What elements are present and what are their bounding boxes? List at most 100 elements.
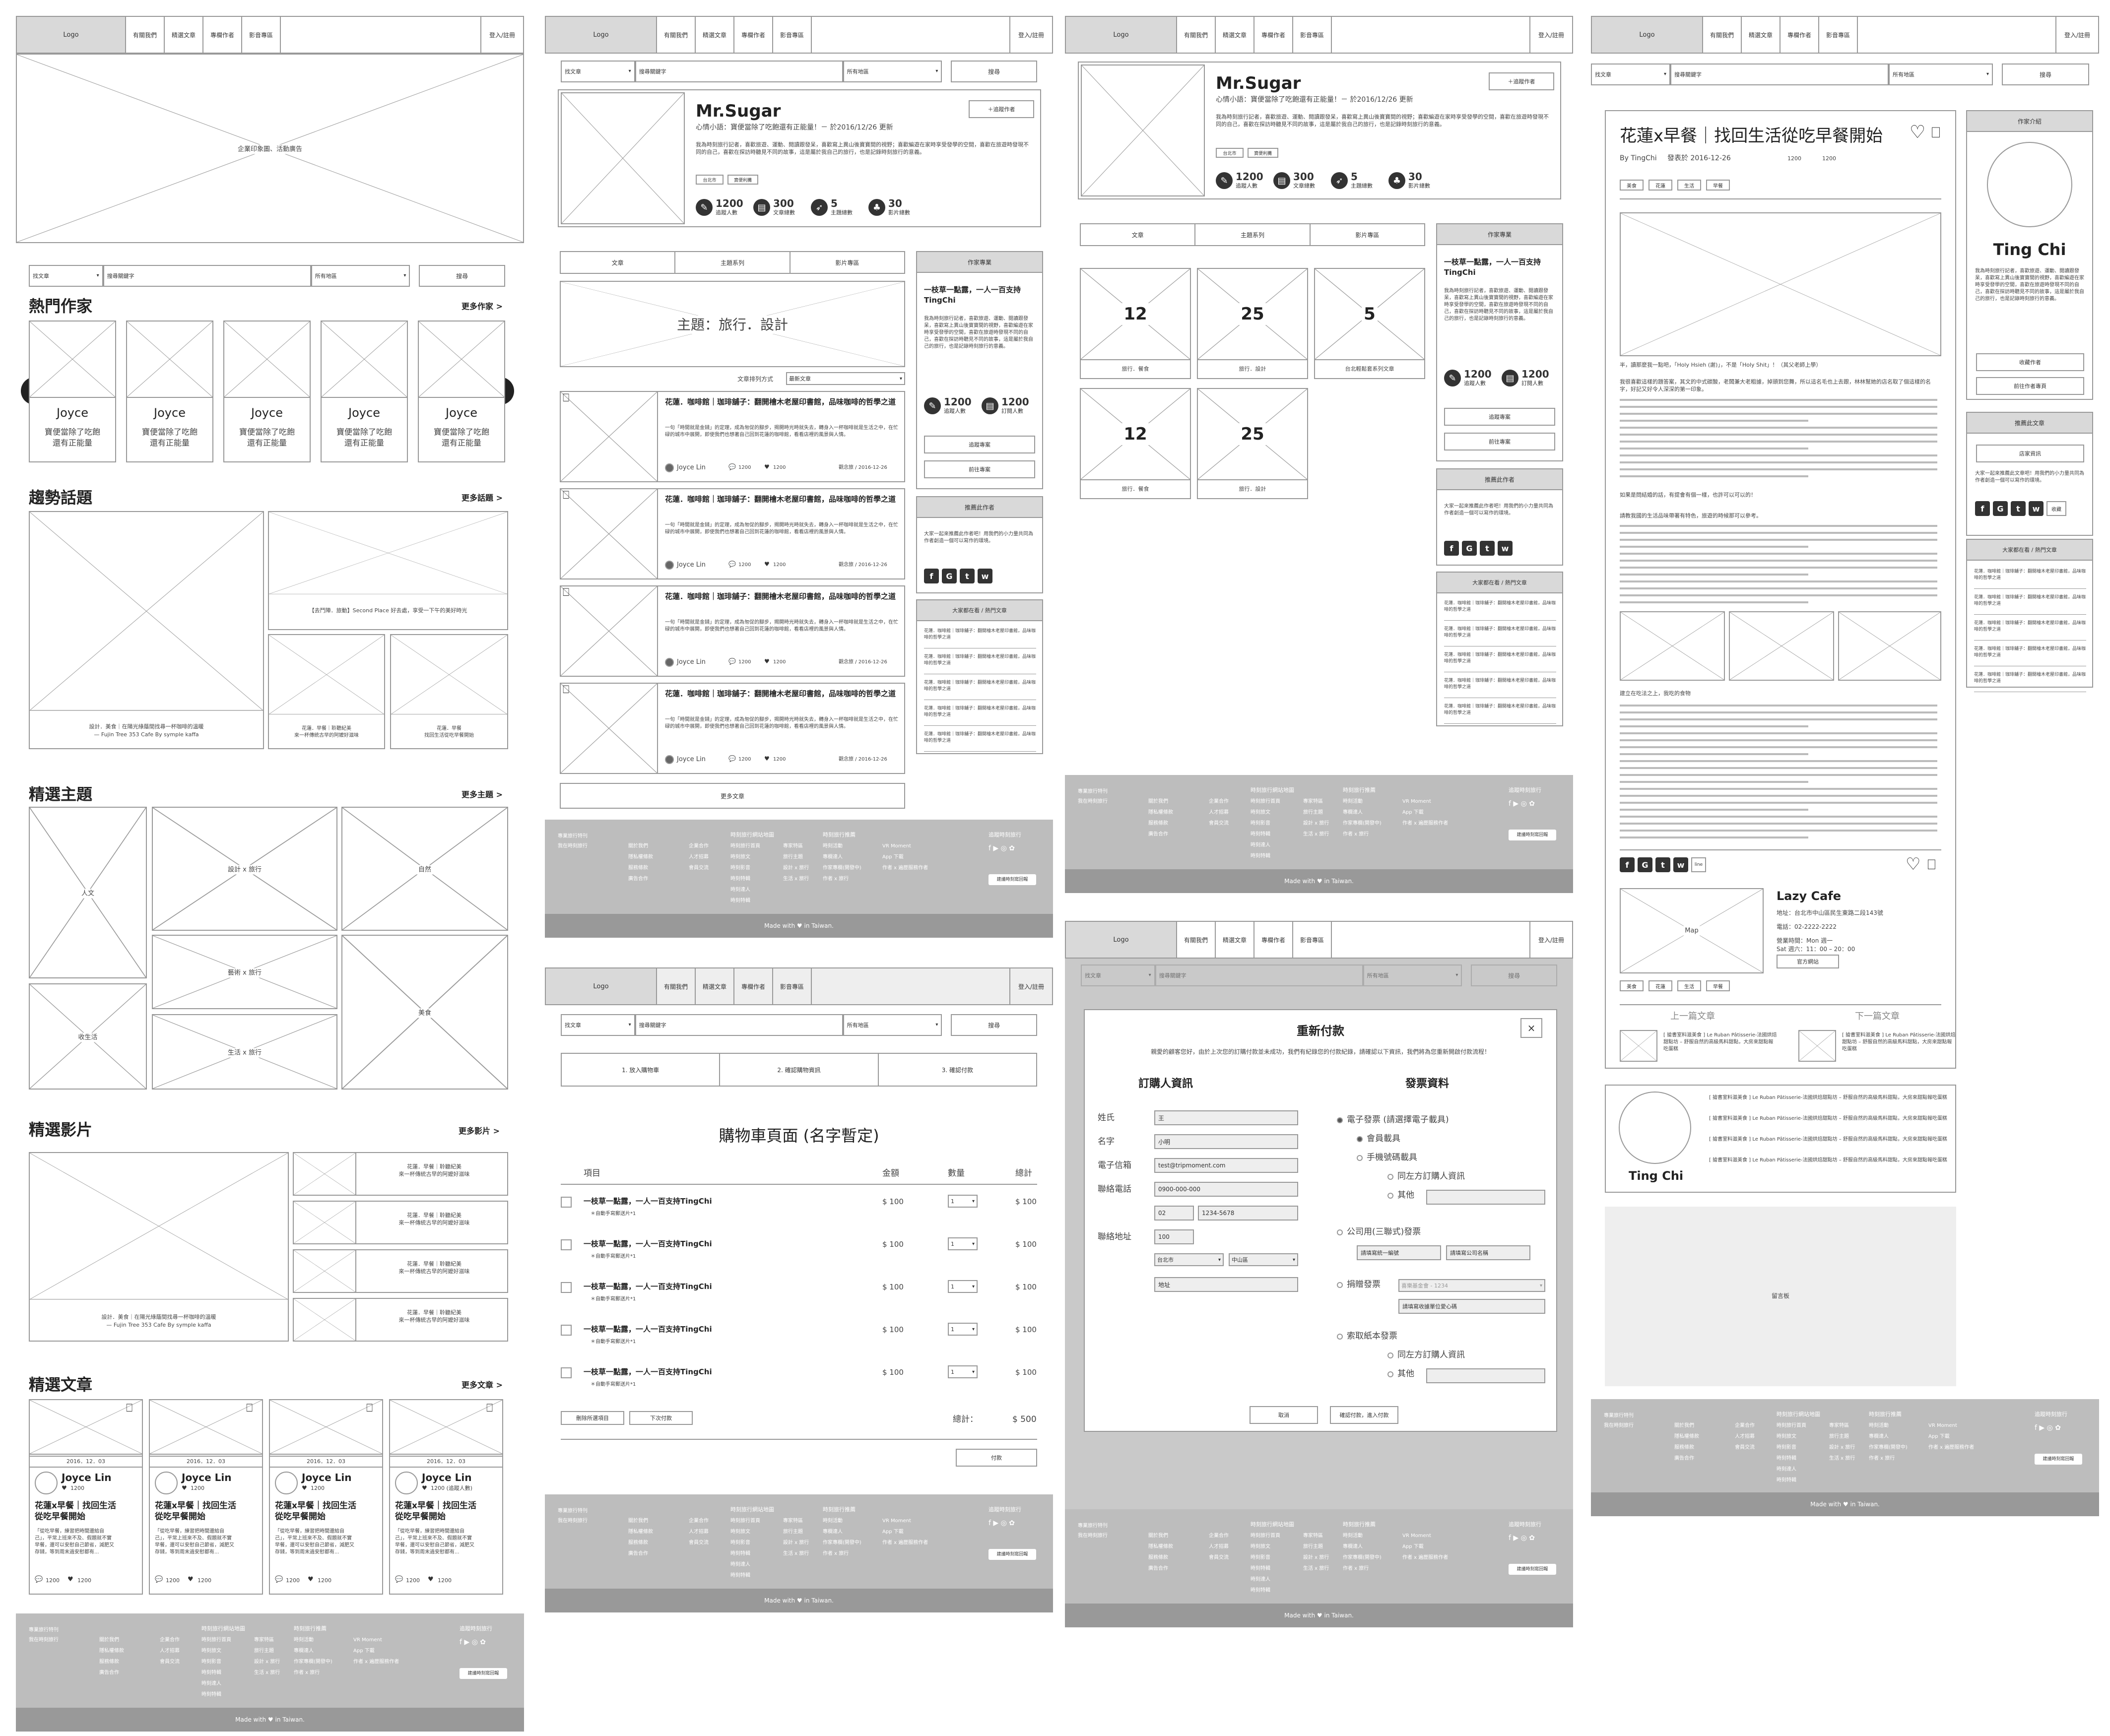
footer-link[interactable]: App 下載 <box>353 1646 375 1656</box>
sort-select[interactable]: 最新文章 <box>786 372 905 385</box>
theme-tile[interactable]: 設計 x 旅行 <box>152 807 337 931</box>
footer-link[interactable]: 人才招募 <box>1735 1432 1755 1442</box>
hot-article-link[interactable]: 花蓮．咖啡館｜珈琲舖子：翻開檜木老屋印書館，品味咖啡的哲學之道 <box>1974 569 2086 581</box>
footer-link[interactable]: 專欄達人 <box>823 1527 843 1537</box>
collect-button[interactable]: 收藏 <box>2046 501 2066 516</box>
footer-link[interactable]: 作家專欄(開發中) <box>823 1538 861 1548</box>
goto-project-button[interactable]: 前往專案 <box>924 460 1035 478</box>
footer-link[interactable]: 時刻特輯 <box>1777 1476 1796 1485</box>
footer-link[interactable]: 會員交流 <box>1735 1443 1755 1453</box>
footer-link[interactable]: 設計 x 旅行 <box>783 863 809 873</box>
footer-link[interactable]: 隱私權條款 <box>1674 1432 1699 1442</box>
footer-link[interactable]: 隱私權條款 <box>628 1527 653 1537</box>
footer-link[interactable]: 旅行主題 <box>1303 808 1323 818</box>
footer-link[interactable]: 企業合作 <box>1209 1531 1229 1541</box>
footer-link[interactable]: 服務條款 <box>1148 1553 1168 1563</box>
facebook-icon[interactable]: f <box>1975 501 1990 516</box>
footer-link[interactable]: 作者 x 旅行 <box>1869 1454 1895 1464</box>
footer-link[interactable]: 企業合作 <box>1209 797 1229 807</box>
footer-link[interactable]: 時刻特輯 <box>1251 1586 1270 1596</box>
footer-link[interactable]: 時刻達人 <box>1251 1575 1270 1585</box>
footer-link[interactable]: 企業合作 <box>689 1516 709 1526</box>
hot-article-link[interactable]: 花蓮．咖啡館｜珈琲舖子：翻開檜木老屋印書館，品味咖啡的哲學之道 <box>1444 652 1556 664</box>
phone-input[interactable]: 0900-000-000 <box>1154 1182 1298 1197</box>
footer-link[interactable]: App 下載 <box>1928 1432 1950 1442</box>
footer-link[interactable]: 時刻達人 <box>1777 1465 1796 1475</box>
search-region-select[interactable]: 所有地區 ▾ <box>843 61 942 82</box>
footer-link[interactable]: 時刻活動 <box>823 841 843 851</box>
first-name-input[interactable]: 小明 <box>1154 1134 1298 1149</box>
wechat-icon[interactable]: w <box>978 569 992 583</box>
footer-link[interactable]: VR Moment <box>882 1516 911 1526</box>
footer-link[interactable]: 專欄達人 <box>294 1646 314 1656</box>
footer-link[interactable]: 生活 x 旅行 <box>783 874 809 884</box>
articles-more[interactable]: 更多文章 > <box>462 1378 503 1390</box>
nav-item-articles[interactable]: 精選文章 <box>696 17 734 53</box>
logo[interactable]: Logo <box>546 17 657 53</box>
footer-link[interactable]: 廣告合作 <box>1148 830 1168 839</box>
footer-link[interactable]: 企業合作 <box>689 841 709 851</box>
footer-link[interactable]: 關於我們 <box>1674 1421 1694 1431</box>
shop-info-button[interactable]: 店家資訊 <box>1976 445 2084 462</box>
footer-link[interactable]: 時刻特輯 <box>1251 1564 1270 1574</box>
footer-link[interactable]: 時刻影音 <box>730 863 750 873</box>
trend-more[interactable]: 更多話題 > <box>462 491 503 503</box>
logo[interactable]: Logo <box>1066 17 1177 53</box>
footer-link[interactable]: 時刻影音 <box>1777 1443 1796 1453</box>
footer-link[interactable]: 專欄達人 <box>1343 808 1363 818</box>
wechat-icon[interactable]: w <box>1498 541 1513 556</box>
footer-link[interactable]: 作者 x 遍歷服務作者 <box>1928 1443 1974 1453</box>
tab-articles[interactable]: 文章 <box>1081 224 1196 245</box>
footer-link[interactable]: 關於我們 <box>1148 797 1168 807</box>
footer-link[interactable]: 隱私權條款 <box>1148 808 1173 818</box>
shop-tag[interactable]: 生活 <box>1677 980 1701 991</box>
theme-tile[interactable]: 人文 <box>29 807 147 978</box>
radio-button[interactable] <box>1337 1229 1343 1235</box>
cart-qty-select[interactable]: 1 <box>948 1237 978 1250</box>
hot-article-link[interactable]: 花蓮．咖啡館｜珈琲舖子：翻開檜木老屋印書館，品味咖啡的哲學之道 <box>1444 626 1556 639</box>
twitter-icon[interactable]: t <box>2011 501 2026 516</box>
footer-link[interactable]: 隱私權條款 <box>628 852 653 862</box>
footer-link[interactable]: 企業合作 <box>1735 1421 1755 1431</box>
article-tag[interactable]: 早餐 <box>1706 180 1730 191</box>
hot-article-link[interactable]: 花蓮．咖啡館｜珈琲舖子：翻開檜木老屋印書館，品味咖啡的哲學之道 <box>1444 704 1556 716</box>
footer-link[interactable]: VR Moment <box>1928 1421 1957 1431</box>
search-region-select[interactable]: 所有地區 ▾ <box>843 1014 942 1036</box>
video-main[interactable]: 設計．美食｜在陽光綠蔭間找尋一杯咖啡的溫暖 — Fujin Tree 353 C… <box>29 1152 289 1342</box>
footer-link[interactable]: 時刻旅行首頁 <box>730 1516 760 1526</box>
footer-link[interactable]: 關於我們 <box>628 1516 648 1526</box>
footer-link[interactable]: 時刻特輯 <box>201 1690 221 1700</box>
address-input[interactable]: 地址 <box>1154 1277 1298 1292</box>
footer-link[interactable]: 會員交流 <box>160 1657 180 1667</box>
prev-article-thumb[interactable] <box>1620 1030 1657 1062</box>
footer-link[interactable]: 廣告合作 <box>1148 1564 1168 1574</box>
footer-link[interactable]: 時刻特輯 <box>730 874 750 884</box>
footer-link[interactable]: 關於我們 <box>628 841 648 851</box>
bookmark-icon[interactable]: ⎕ <box>563 586 569 599</box>
footer-link[interactable]: 會員交流 <box>689 1538 709 1548</box>
subscribe-button[interactable]: 建議時刻寫回報 <box>989 874 1036 885</box>
author-tag-2[interactable]: 寶便利攤 <box>727 175 758 185</box>
search-input[interactable]: 搜尋關鍵字 <box>1670 64 1889 85</box>
bookmark-icon[interactable]: ⎕ <box>126 1402 132 1415</box>
theme-tile[interactable]: 美食 <box>341 935 508 1090</box>
wechat-icon[interactable]: w <box>1673 857 1688 872</box>
company-name-input[interactable]: 請填寫公司名稱 <box>1446 1245 1530 1260</box>
search-input[interactable]: 搜尋關鍵字 <box>103 265 311 287</box>
login-button[interactable]: 登入/註冊 <box>1009 17 1052 53</box>
nav-item-articles[interactable]: 精選文章 <box>696 968 734 1004</box>
heart-icon[interactable]: ♡ <box>1906 854 1920 874</box>
search-input[interactable]: 搜尋關鍵字 <box>635 1014 843 1036</box>
footer-link[interactable]: 設計 x 旅行 <box>1303 1553 1329 1563</box>
footer-link[interactable]: 會員交流 <box>1209 819 1229 829</box>
trend-main[interactable]: 設計．美食｜在陽光綠蔭間找尋一杯咖啡的溫暖 — Fujin Tree 353 C… <box>29 511 264 749</box>
videos-more[interactable]: 更多影片 > <box>459 1124 500 1136</box>
radio-button[interactable] <box>1337 1334 1343 1340</box>
footer-link[interactable]: 時刻旅文 <box>730 1527 750 1537</box>
footer-link[interactable]: 作者 x 遍歷服務作者 <box>1402 819 1448 829</box>
footer-link[interactable]: 專家特區 <box>1829 1421 1849 1431</box>
nav-item-videos[interactable]: 影音專區 <box>1293 922 1332 958</box>
facebook-icon[interactable]: f <box>1444 541 1459 556</box>
line-icon[interactable]: line <box>1691 857 1706 872</box>
footer-link[interactable]: 人才招募 <box>1209 1542 1229 1552</box>
